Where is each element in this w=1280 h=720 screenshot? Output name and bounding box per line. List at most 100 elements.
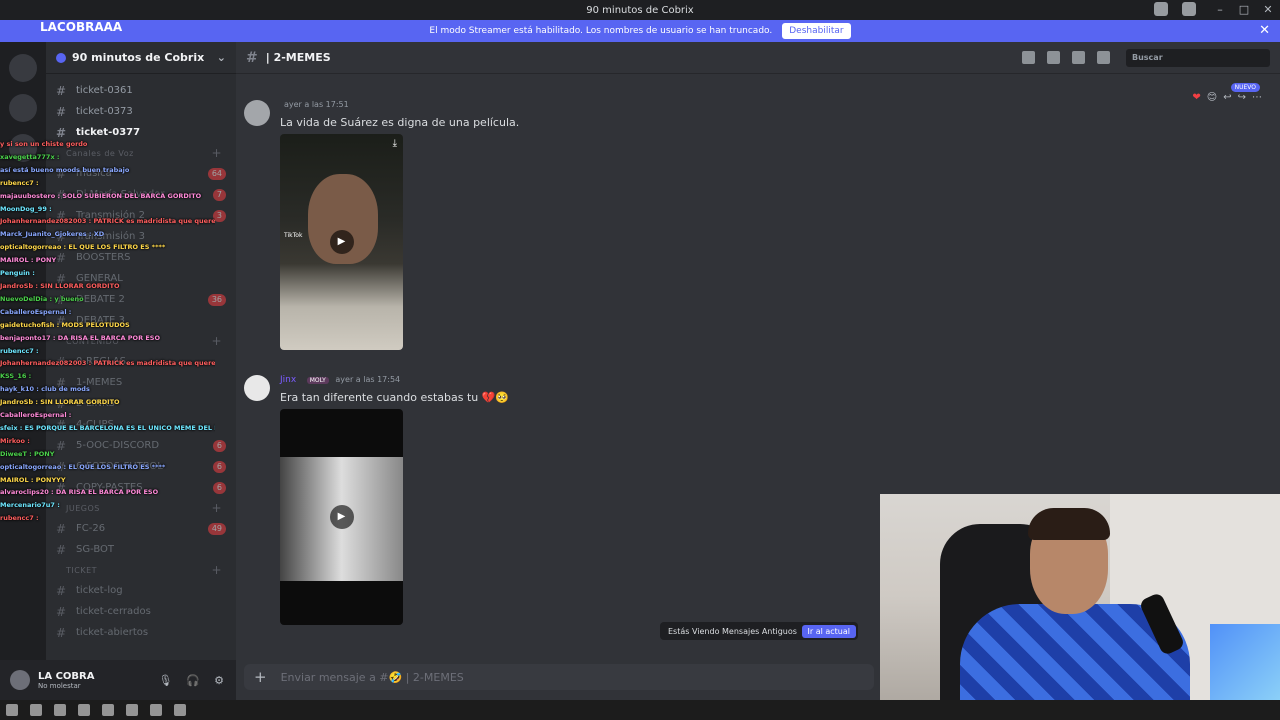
hash-icon: # [56,583,67,598]
channel-item[interactable]: # ticket-cerrados [46,601,236,622]
chat-line: KSS_16 : [0,372,32,381]
channel-label: ticket-0373 [76,106,133,117]
channel-label: ticket-0377 [76,127,141,138]
close-window-icon[interactable]: ✕ [1256,0,1280,20]
chat-line: MAIROL : PONYYY [0,475,66,484]
chat-line: y si son un chiste gordo [0,140,88,148]
heart-reaction-icon[interactable]: ❤ [1192,92,1200,103]
chat-line: MAIROL : PONY [0,256,57,265]
pin-icon[interactable] [1072,51,1085,64]
jump-to-present-button[interactable]: Ir al actual [801,624,856,638]
server-icon[interactable] [9,94,37,122]
message-time: ayer a las 17:54 [335,375,401,384]
channel-item[interactable]: # ticket-0373 [46,101,236,122]
channel-item[interactable]: # ticket-0361 [46,80,236,101]
discord-icon[interactable] [102,704,114,716]
avatar[interactable] [244,100,270,126]
inbox-icon[interactable] [1154,2,1168,16]
app-icon[interactable] [78,704,90,716]
chevron-down-icon: ⌄ [216,51,226,64]
microphone-icon[interactable]: 🎙 [158,674,172,687]
maximize-icon[interactable]: □ [1232,0,1256,20]
chat-line: benjaponto17 : DA RISA EL BARCA POR ESO [0,333,160,342]
hash-icon: # [56,625,67,640]
chat-line: Penguin : [0,269,35,278]
chat-line: rubencc7 : [0,346,39,355]
reply-icon[interactable]: ↩ [1223,92,1231,103]
banner-close-icon[interactable]: ✕ [1259,23,1270,38]
chat-line: CaballeroEspernal : [0,307,72,316]
message-input[interactable]: Enviar mensaje a #🤣 | 2-MEMES [281,671,464,684]
channel-item[interactable]: # ticket-abiertos [46,622,236,643]
download-icon[interactable]: ⤓ [393,138,397,149]
channel-label: ticket-cerrados [76,606,151,617]
message-time: ayer a las 17:51 [284,100,349,109]
message-meta: Jinx MOLY ayer a las 17:54 [280,375,400,385]
chat-line: opticaltogorreao : EL QUE LOS FILTRO ES … [0,243,166,252]
members-icon[interactable] [1097,51,1110,64]
video-attachment[interactable]: ▶ [280,409,403,625]
server-icon[interactable] [9,54,37,82]
channel-label: ticket-log [76,585,123,596]
message-hover-toolbar: ❤ 😊 ↩ ↪ ⋯ [1192,92,1262,103]
search-input[interactable]: Buscar [1126,49,1270,67]
headphones-icon[interactable]: 🎧 [186,674,200,687]
chat-line: xavegetta777x : [0,152,60,161]
window-title: 90 minutos de Cobrix [586,4,694,16]
app-icon[interactable] [150,704,162,716]
user-controls: 🎙 🎧 ⚙ [158,674,224,687]
chat-line: Marck_Juanito_Gjokeres : XD [0,230,105,239]
notifications-icon[interactable] [1047,51,1060,64]
play-icon[interactable]: ▶ [329,505,354,529]
chat-line: opticaltogorreao : EL QUE LOS FILTRO ES … [0,462,166,471]
category-header[interactable]: TICKET + [46,560,236,580]
more-icon[interactable]: ⋯ [1252,92,1262,103]
user-panel: LA COBRA No molestar 🎙 🎧 ⚙ [0,660,236,700]
file-explorer-icon[interactable] [30,704,42,716]
app-icon[interactable] [126,704,138,716]
channel-label: SG-BOT [76,544,115,555]
title-bar: 90 minutos de Cobrix – □ ✕ [0,0,1280,20]
browser-icon[interactable] [54,704,66,716]
avatar[interactable] [10,670,30,690]
avatar[interactable] [244,375,270,401]
old-messages-bar: Estás Viendo Mensajes Antiguos Ir al act… [660,622,858,640]
hash-icon: # [246,49,258,66]
chat-line: alvaroclips20 : DA RISA EL BARCA POR ESO [0,488,159,497]
chat-line: gaidetuchofish : MODS PELOTUDOS [0,320,130,329]
help-icon[interactable] [1182,2,1196,16]
chat-line: majauubostero : SOLO SUBIERON DEL BARCA … [0,191,202,200]
chat-line: Johanhernandez082003 : PATRICK es madrid… [0,359,215,368]
channel-header: # | 2-MEMES Buscar [236,42,1280,74]
hash-icon: # [56,83,67,98]
guild-header[interactable]: 90 minutos de Cobrix ⌄ [46,42,236,74]
guild-name: 90 minutos de Cobrix [72,51,205,64]
role-tag: MOLY [306,377,329,384]
start-icon[interactable] [6,704,18,716]
user-name: LA COBRA [38,670,95,682]
minimize-icon[interactable]: – [1208,0,1232,20]
channel-item[interactable]: # SG-BOT [46,539,236,560]
settings-gear-icon[interactable]: ⚙ [214,674,224,687]
category-label: TICKET [66,565,98,575]
forward-icon[interactable]: ↪ [1238,92,1246,103]
add-channel-icon[interactable]: + [211,563,222,577]
video-attachment[interactable]: TikTok ⤓ ▶ [280,134,403,350]
disable-streamer-button[interactable]: Deshabilitar [782,23,851,39]
webcam-hair [1028,508,1110,540]
hash-icon: # [56,604,67,619]
message-author[interactable]: Jinx [280,375,296,385]
chat-line: rubencc7 : [0,514,39,523]
add-attachment-icon[interactable]: + [254,668,267,686]
emoji-reaction-icon[interactable]: 😊 [1207,92,1217,103]
message-composer[interactable]: + Enviar mensaje a #🤣 | 2-MEMES [244,664,874,690]
chat-line: así está bueno moods buen trabajo [0,165,130,174]
threads-icon[interactable] [1022,51,1035,64]
window-controls: – □ ✕ [1208,0,1280,20]
app-icon[interactable] [174,704,186,716]
header-tools [1022,51,1110,64]
chat-line: JandroSb : SIN LLORAR GORDITO [0,398,120,407]
channel-item[interactable]: # ticket-log [46,580,236,601]
streamer-mode-banner: El modo Streamer está habilitado. Los no… [0,20,1280,42]
play-icon[interactable]: ▶ [329,230,354,254]
